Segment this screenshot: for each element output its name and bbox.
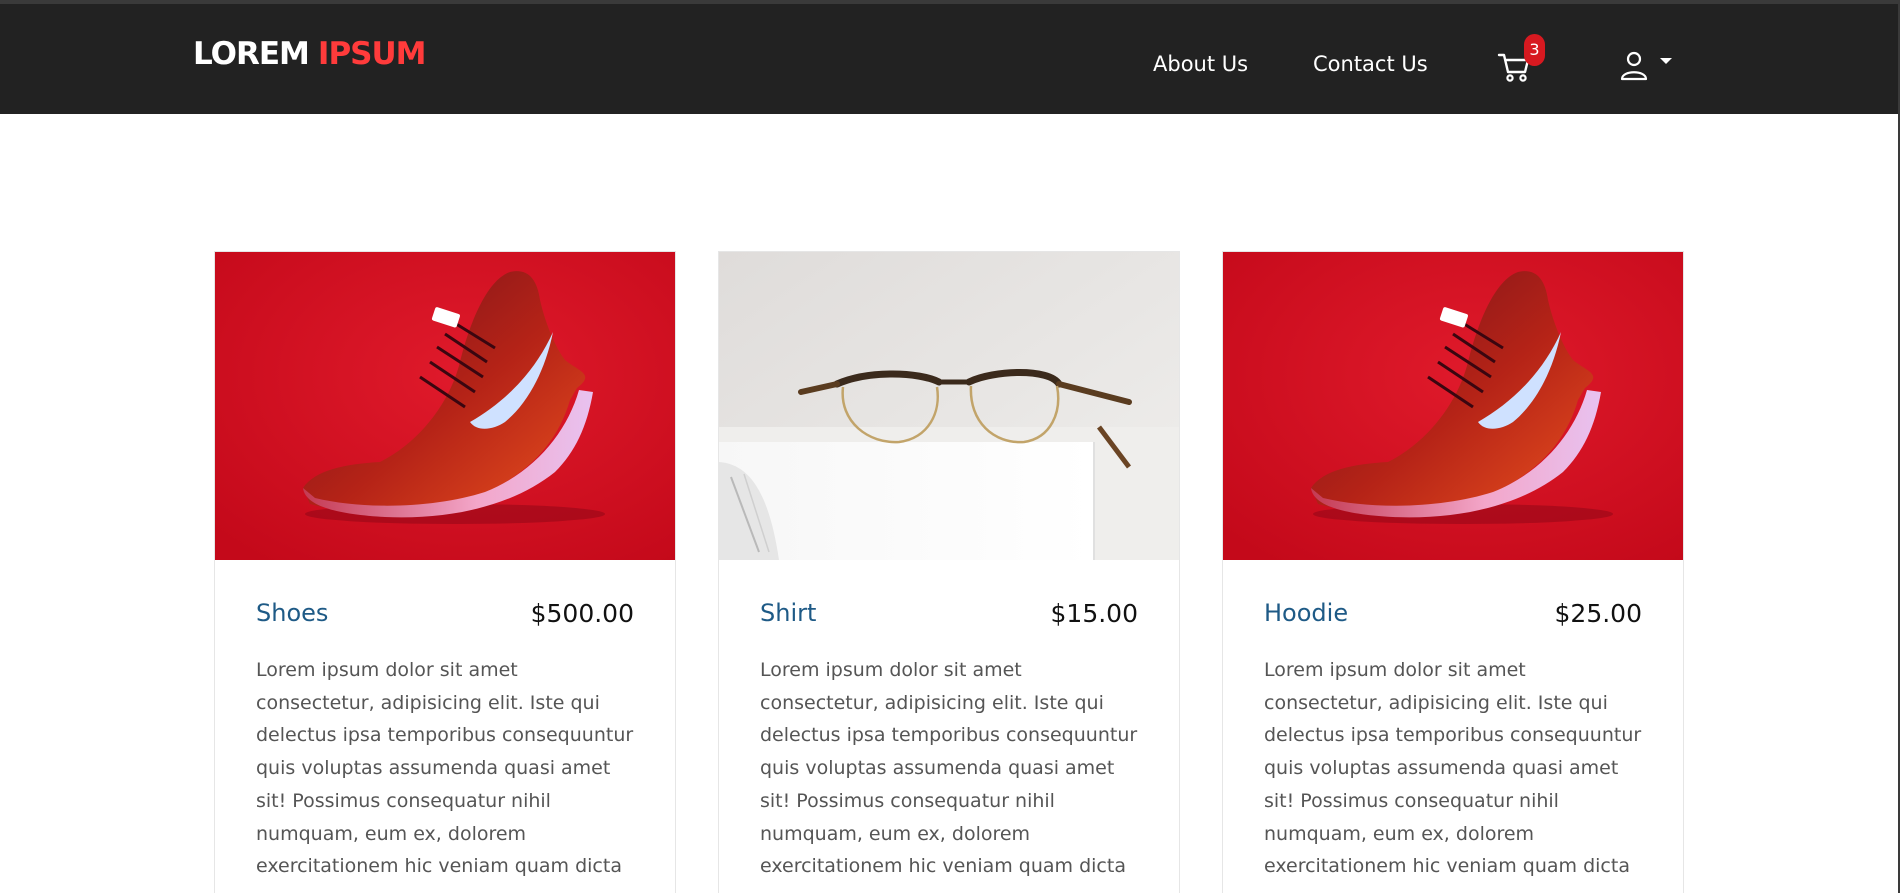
product-description: Lorem ipsum dolor sit amet consectetur, … — [760, 659, 1138, 878]
page: LOREM IPSUM About Us Contact Us 3 Shoes … — [0, 0, 1900, 893]
caret-down-icon — [1660, 58, 1672, 64]
product-price: $15.00 — [1050, 599, 1138, 628]
brand-word-2: IPSUM — [317, 36, 427, 72]
user-menu[interactable] — [1620, 51, 1672, 83]
user-icon — [1620, 51, 1648, 81]
product-description: Lorem ipsum dolor sit amet consectetur, … — [256, 659, 634, 878]
product-card[interactable]: Shoes $500.00 Lorem ipsum dolor sit amet… — [214, 251, 676, 893]
nav-link-contact[interactable]: Contact Us — [1313, 48, 1428, 80]
product-image-eyeglasses[interactable] — [719, 252, 1179, 560]
brand-logo[interactable]: LOREM IPSUM — [193, 35, 427, 73]
product-card[interactable]: Shirt $15.00 Lorem ipsum dolor sit amet … — [718, 251, 1180, 893]
product-card[interactable]: Hoodie $25.00 Lorem ipsum dolor sit amet… — [1222, 251, 1684, 893]
product-image-red-sneaker[interactable] — [1223, 252, 1683, 560]
product-image-red-sneaker[interactable] — [215, 252, 675, 560]
product-price: $500.00 — [530, 599, 634, 628]
navbar: LOREM IPSUM About Us Contact Us 3 — [0, 4, 1900, 114]
product-title[interactable]: Hoodie — [1264, 596, 1348, 630]
cart-count-badge: 3 — [1524, 34, 1545, 66]
product-title[interactable]: Shirt — [760, 596, 816, 630]
product-description: Lorem ipsum dolor sit amet consectetur, … — [1264, 659, 1642, 878]
product-price: $25.00 — [1554, 599, 1642, 628]
product-title[interactable]: Shoes — [256, 596, 328, 630]
nav-link-about[interactable]: About Us — [1153, 48, 1248, 80]
brand-word-1: LOREM — [193, 36, 310, 72]
